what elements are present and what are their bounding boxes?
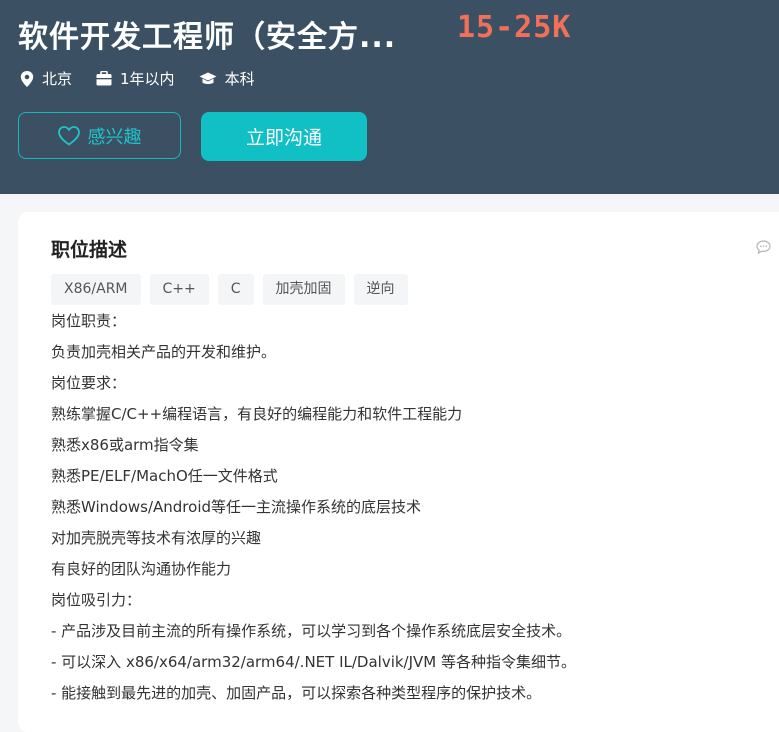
description-line: 有良好的团队沟通协作能力	[51, 560, 232, 578]
skill-tag: 逆向	[353, 274, 408, 305]
description-line: 熟悉Windows/Android等任一主流操作系统的底层技术	[51, 498, 422, 516]
skill-tag: C	[217, 274, 254, 305]
skill-tag: 加壳加固	[262, 274, 345, 305]
description-line: 岗位吸引力：	[51, 591, 142, 609]
description-text: 岗位职责： 负责加壳相关产品的开发和维护。 岗位要求： 熟练掌握C/C++编程语…	[51, 306, 751, 709]
education-label: 本科	[224, 70, 255, 88]
location-pin-icon	[20, 70, 34, 87]
skill-tags: X86/ARM C++ C 加壳加固 逆向	[51, 274, 417, 305]
description-line: 岗位要求：	[51, 374, 127, 392]
description-line: 熟悉PE/ELF/MachO任一文件格式	[51, 467, 278, 485]
interested-button[interactable]: 感兴趣	[18, 112, 181, 159]
description-line: 熟练掌握C/C++编程语言，有良好的编程能力和软件工程能力	[51, 405, 463, 423]
experience: 1年以内	[96, 68, 175, 89]
chat-now-button[interactable]: 立即沟通	[201, 112, 367, 161]
location: 北京	[20, 68, 72, 89]
description-line: - 可以深入 x86/x64/arm32/arm64/.NET IL/Dalvi…	[51, 653, 577, 671]
description-line: 岗位职责：	[51, 312, 127, 330]
job-title: 软件开发工程师（安全方...	[18, 20, 397, 55]
skill-tag: X86/ARM	[51, 274, 141, 305]
description-line: - 能接触到最先进的加壳、加固产品，可以探索各种类型程序的保护技术。	[51, 684, 542, 702]
description-line: 熟悉x86或arm指令集	[51, 436, 199, 454]
description-line: 对加壳脱壳等技术有浓厚的兴趣	[51, 529, 262, 547]
experience-label: 1年以内	[120, 70, 175, 88]
education: 本科	[199, 68, 255, 89]
job-meta: 北京 1年以内 本科	[20, 68, 279, 89]
location-label: 北京	[42, 70, 73, 88]
graduation-cap-icon	[199, 72, 217, 84]
briefcase-icon	[96, 71, 112, 86]
job-header: 软件开发工程师（安全方... 15-25K 北京 1年以内 本科 感兴趣 立即沟…	[0, 0, 779, 194]
skill-tag: C++	[149, 274, 209, 305]
heart-icon	[57, 125, 80, 146]
section-title: 职位描述	[51, 239, 128, 261]
salary: 15-25K	[457, 10, 572, 45]
description-line: 负责加壳相关产品的开发和维护。	[51, 343, 277, 361]
comment-icon[interactable]	[756, 240, 771, 254]
interested-label: 感兴趣	[87, 126, 142, 148]
job-description-card: 职位描述 X86/ARM C++ C 加壳加固 逆向 岗位职责： 负责加壳相关产…	[18, 212, 779, 732]
description-line: - 产品涉及目前主流的所有操作系统，可以学习到各个操作系统底层安全技术。	[51, 622, 572, 640]
